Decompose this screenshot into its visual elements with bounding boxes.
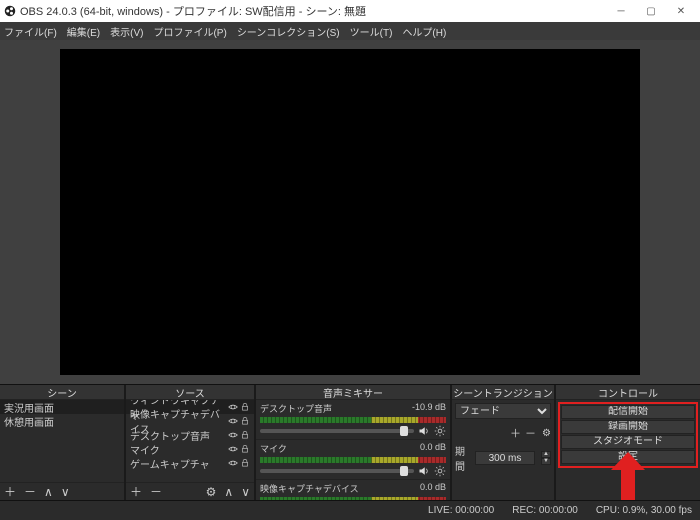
source-item[interactable]: デスクトップ音声: [126, 428, 254, 442]
minimize-button[interactable]: ─: [606, 0, 636, 22]
channel-db: -10.9 dB: [412, 402, 446, 415]
mixer-header: 音声ミキサー: [256, 385, 450, 400]
mixer-panel: 音声ミキサー デスクトップ音声 -10.9 dB マイク 0.0 dB 映像キャプチ…: [256, 385, 452, 500]
status-bar: LIVE: 00:00:00 REC: 00:00:00 CPU: 0.9%, …: [0, 500, 700, 520]
scenes-toolbar: ＋ － ∧ ∨: [0, 482, 124, 500]
lock-icon[interactable]: [240, 416, 250, 426]
visibility-icon[interactable]: [228, 458, 238, 468]
app-icon: [4, 5, 16, 17]
speaker-icon[interactable]: [418, 425, 430, 437]
menu-help[interactable]: ヘルプ(H): [402, 24, 446, 39]
channel-db: 0.0 dB: [420, 442, 446, 455]
scene-down-button[interactable]: ∨: [61, 485, 70, 499]
sources-list[interactable]: ウィンドウキャプチャ 映像キャプチャデバイス デスクトップ音声 マイク ゲームキ…: [126, 400, 254, 482]
source-down-button[interactable]: ∨: [241, 485, 250, 499]
duration-up[interactable]: ▲: [541, 451, 551, 458]
start-streaming-button[interactable]: 配信開始: [561, 405, 695, 419]
add-source-button[interactable]: ＋: [130, 483, 142, 500]
menu-edit[interactable]: 編集(E): [67, 24, 100, 39]
add-scene-button[interactable]: ＋: [4, 483, 16, 500]
transitions-body: フェード ＋ － ⚙ 期間 ▲▼: [452, 400, 554, 500]
visibility-icon[interactable]: [228, 402, 238, 412]
remove-source-button[interactable]: －: [150, 483, 162, 500]
duration-input[interactable]: [475, 451, 535, 465]
lock-icon[interactable]: [240, 444, 250, 454]
visibility-icon[interactable]: [228, 444, 238, 454]
close-button[interactable]: ✕: [666, 0, 696, 22]
channel-db: 0.0 dB: [420, 482, 446, 495]
menu-bar: ファイル(F) 編集(E) 表示(V) プロファイル(P) シーンコレクション(…: [0, 22, 700, 40]
visibility-icon[interactable]: [228, 416, 238, 426]
add-transition-button[interactable]: ＋: [510, 425, 521, 441]
channel-name: マイク: [260, 442, 287, 455]
lock-icon[interactable]: [240, 430, 250, 440]
status-cpu: CPU: 0.9%, 30.00 fps: [596, 505, 692, 516]
gear-icon[interactable]: [434, 465, 446, 477]
channel-name: デスクトップ音声: [260, 402, 332, 415]
source-up-button[interactable]: ∧: [224, 485, 233, 499]
duration-down[interactable]: ▼: [541, 458, 551, 465]
controls-body: 配信開始 録画開始 スタジオモード 設定: [556, 400, 700, 500]
transition-settings-button[interactable]: ⚙: [542, 428, 551, 439]
start-recording-button[interactable]: 録画開始: [561, 420, 695, 434]
scenes-panel: シーン 実況用画面 休憩用画面 ＋ － ∧ ∨: [0, 385, 126, 500]
mixer-channel: 映像キャプチャデバイス 0.0 dB: [256, 480, 450, 500]
remove-scene-button[interactable]: －: [24, 483, 36, 500]
lock-icon[interactable]: [240, 402, 250, 412]
scene-item[interactable]: 休憩用画面: [0, 414, 124, 428]
volume-slider[interactable]: [260, 429, 414, 433]
source-settings-button[interactable]: ⚙: [206, 485, 217, 499]
audio-meter: [260, 417, 446, 423]
gear-icon[interactable]: [434, 425, 446, 437]
source-item[interactable]: マイク: [126, 442, 254, 456]
mixer-channel: マイク 0.0 dB: [256, 440, 450, 480]
lock-icon[interactable]: [240, 458, 250, 468]
audio-meter: [260, 497, 446, 500]
menu-scene-collection[interactable]: シーンコレクション(S): [237, 24, 340, 39]
scenes-header: シーン: [0, 385, 124, 400]
controls-header: コントロール: [556, 385, 700, 400]
window-titlebar: OBS 24.0.3 (64-bit, windows) - プロファイル: S…: [0, 0, 700, 22]
mixer-body: デスクトップ音声 -10.9 dB マイク 0.0 dB 映像キャプチャデバイス 0.…: [256, 400, 450, 500]
scenes-list[interactable]: 実況用画面 休憩用画面: [0, 400, 124, 482]
menu-tools[interactable]: ツール(T): [350, 24, 393, 39]
source-item[interactable]: ゲームキャプチャ: [126, 456, 254, 470]
annotation-arrow-icon: [611, 452, 645, 500]
volume-slider[interactable]: [260, 469, 414, 473]
speaker-icon[interactable]: [418, 465, 430, 477]
transitions-panel: シーントランジション フェード ＋ － ⚙ 期間 ▲▼: [452, 385, 556, 500]
channel-name: 映像キャプチャデバイス: [260, 482, 359, 495]
scene-item[interactable]: 実況用画面: [0, 400, 124, 414]
controls-panel: コントロール 配信開始 録画開始 スタジオモード 設定: [556, 385, 700, 500]
mixer-channel: デスクトップ音声 -10.9 dB: [256, 400, 450, 440]
maximize-button[interactable]: ▢: [636, 0, 666, 22]
preview-area: [0, 40, 700, 384]
remove-transition-button[interactable]: －: [525, 425, 536, 441]
studio-mode-button[interactable]: スタジオモード: [561, 435, 695, 449]
window-title: OBS 24.0.3 (64-bit, windows) - プロファイル: S…: [20, 3, 366, 19]
menu-profile[interactable]: プロファイル(P): [153, 24, 226, 39]
audio-meter: [260, 457, 446, 463]
sources-panel: ソース ウィンドウキャプチャ 映像キャプチャデバイス デスクトップ音声 マイク …: [126, 385, 256, 500]
sources-toolbar: ＋ － ⚙ ∧ ∨: [126, 482, 254, 500]
status-live: LIVE: 00:00:00: [428, 505, 494, 516]
preview-canvas[interactable]: [60, 49, 640, 375]
duration-label: 期間: [455, 443, 469, 473]
source-item[interactable]: 映像キャプチャデバイス: [126, 414, 254, 428]
status-rec: REC: 00:00:00: [512, 505, 578, 516]
menu-file[interactable]: ファイル(F): [4, 24, 57, 39]
sources-header: ソース: [126, 385, 254, 400]
transition-select[interactable]: フェード: [455, 403, 551, 419]
menu-view[interactable]: 表示(V): [110, 24, 143, 39]
visibility-icon[interactable]: [228, 430, 238, 440]
transitions-header: シーントランジション: [452, 385, 554, 400]
scene-up-button[interactable]: ∧: [44, 485, 53, 499]
